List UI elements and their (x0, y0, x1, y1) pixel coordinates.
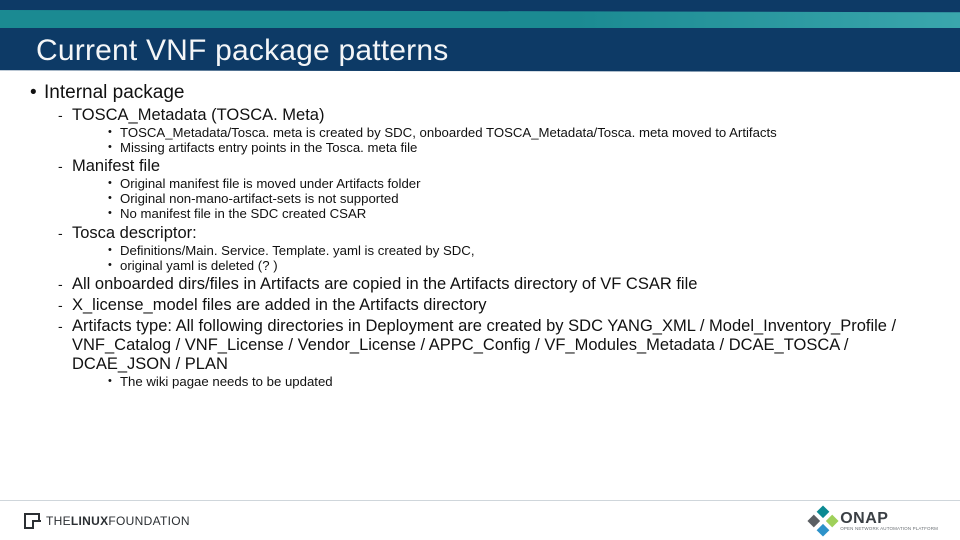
bullet-level2: X_license_model files are added in the A… (58, 296, 942, 315)
lf-text-foundation: FOUNDATION (108, 514, 189, 528)
bullet-text: Artifacts type: All following directorie… (72, 317, 896, 373)
bullet-level3: TOSCA_Metadata/Tosca. meta is created by… (108, 125, 942, 140)
bullet-text: TOSCA_Metadata (TOSCA. Meta) (72, 106, 324, 124)
bullet-level2: Manifest file Original manifest file is … (58, 157, 942, 221)
onap-text-small: OPEN NETWORK AUTOMATION PLATFORM (840, 526, 938, 531)
bullet-level2: Tosca descriptor: Definitions/Main. Serv… (58, 224, 942, 273)
bullet-level3: Definitions/Main. Service. Template. yam… (108, 243, 942, 258)
bullet-level3: Original manifest file is moved under Ar… (108, 176, 942, 191)
bullet-level2: Artifacts type: All following directorie… (58, 317, 942, 389)
bullet-text: Manifest file (72, 157, 160, 175)
bullet-level3: original yaml is deleted (? ) (108, 258, 942, 273)
slide-title: Current VNF package patterns (36, 34, 448, 68)
bullet-level3: Missing artifacts entry points in the To… (108, 140, 942, 155)
lf-text-the: THE (46, 514, 71, 528)
onap-logo: ONAP OPEN NETWORK AUTOMATION PLATFORM (812, 510, 938, 532)
bullet-level3: No manifest file in the SDC created CSAR (108, 206, 942, 221)
bullet-text: Tosca descriptor: (72, 224, 197, 242)
bullet-level3: Original non-mano-artifact-sets is not s… (108, 191, 942, 206)
lf-text-linux: LINUX (71, 514, 109, 528)
linux-foundation-logo: THELINUXFOUNDATION (24, 513, 190, 529)
onap-logo-text: ONAP OPEN NETWORK AUTOMATION PLATFORM (840, 510, 938, 531)
lf-mark-icon (24, 513, 40, 529)
slide-body: Internal package TOSCA_Metadata (TOSCA. … (30, 82, 942, 393)
onap-text-big: ONAP (840, 510, 888, 527)
bullet-level2: All onboarded dirs/files in Artifacts ar… (58, 275, 942, 294)
bullet-level1: Internal package TOSCA_Metadata (TOSCA. … (30, 82, 942, 389)
bullet-level2: TOSCA_Metadata (TOSCA. Meta) TOSCA_Metad… (58, 106, 942, 155)
bullet-text: Internal package (44, 82, 185, 103)
footer-bar: THELINUXFOUNDATION ONAP OPEN NETWORK AUT… (0, 500, 960, 540)
bullet-level3: The wiki pagae needs to be updated (108, 374, 942, 389)
onap-mark-icon (808, 505, 839, 536)
lf-logo-text: THELINUXFOUNDATION (46, 514, 190, 528)
